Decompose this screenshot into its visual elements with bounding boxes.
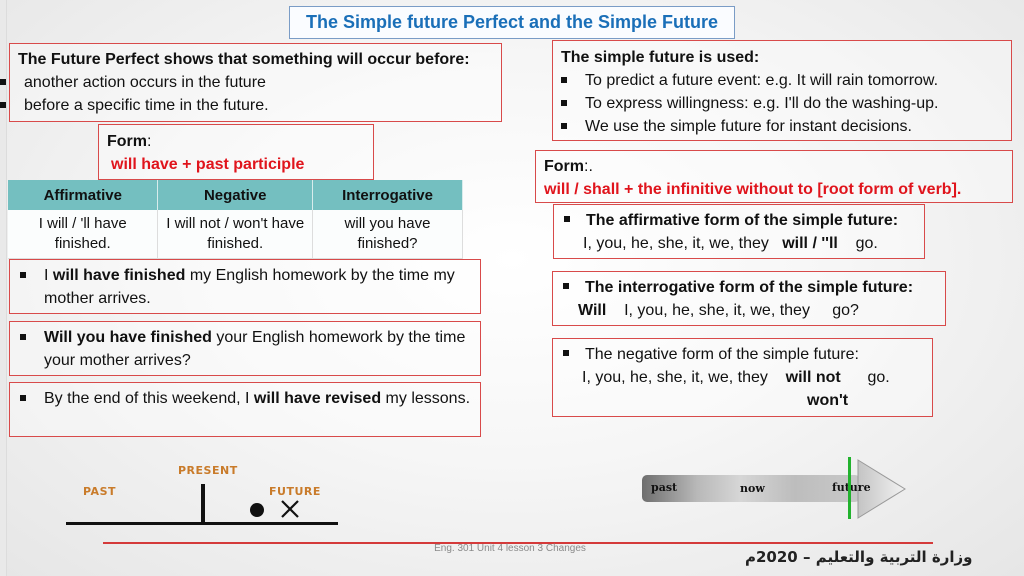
timeline-now-marker [848,457,851,519]
negative-heading: The negative form of the simple future: [585,346,859,363]
example-text: By the end of this weekend, I [44,390,254,407]
cell-line: will you have [344,215,431,232]
affirmative-heading: The affirmative form of the simple futur… [586,212,899,229]
table-cell: I will not / won't have finished. [157,210,313,259]
action-dot-icon [250,503,264,517]
cell-line: finished? [357,235,418,252]
table-header: Interrogative [312,180,463,210]
timeline-present-label: PRESENT [178,464,238,477]
form-label: Form [107,133,147,150]
auxiliary-verb: Will [578,302,607,319]
table-header: Negative [157,180,313,210]
form-label: Form [544,158,584,175]
list-item: We use the simple future for instant dec… [555,115,1003,138]
simple-future-form: Form:. will / shall + the infinitive wit… [535,150,1013,203]
bullet-square-icon [563,350,569,357]
auxiliary-verb: will / ''ll [782,235,838,252]
future-perfect-timeline: PRESENT PAST FUTURE [60,460,350,530]
example-verb: Will you have finished [44,329,212,346]
main-verb: go. [867,369,890,386]
list-item: To predict a future event: e.g. It will … [555,69,1003,92]
future-perfect-heading: The Future Perfect shows that something … [18,51,470,68]
example-verb: will have finished [52,267,186,284]
list-item: another action occurs in the future [0,71,493,94]
form-rule: will have + past participle [111,156,305,173]
bullet-square-icon [564,216,570,223]
form-rule: will / shall + the infinitive without to… [544,181,962,198]
form-colon: : [147,133,152,150]
list-item: To express willingness: e.g. I'll do the… [555,92,1003,115]
list-item: I will have finished my English homework… [14,264,474,310]
timeline-past-label: past [651,481,678,494]
cell-line: finished. [207,235,264,252]
future-perfect-form: Form: will have + past participle [98,124,374,180]
list-item: Will you have finished your English home… [14,326,474,372]
subject-list: I, you, he, she, it, we, they [582,369,768,386]
timeline-axis [66,522,338,525]
main-verb: go? [832,302,859,319]
cell-line: finished. [54,235,111,252]
bullet-square-icon [563,283,569,290]
contraction: won't [807,392,849,409]
simple-future-timeline: past now future [640,455,910,525]
timeline-future-label: future [832,481,871,494]
list-item: before a specific time in the future. [0,94,493,117]
auxiliary-verb: will not [785,369,841,386]
timeline-future-label: FUTURE [269,485,321,498]
example-text: my lessons. [381,390,471,407]
slide-title: The Simple future Perfect and the Simple… [289,6,735,39]
future-perfect-definition: The Future Perfect shows that something … [0,43,502,122]
table-row: I will / 'll have finished. I will not / … [8,210,463,259]
simple-future-usage: The simple future is used: To predict a … [552,40,1012,141]
table-cell: will you have finished? [312,210,463,259]
timeline-now-label: now [740,482,765,495]
deadline-x-icon [281,500,299,518]
timeline-past-label: PAST [83,485,116,498]
affirmative-form-box: The affirmative form of the simple futur… [553,204,925,259]
interrogative-heading: The interrogative form of the simple fut… [585,279,914,296]
footer-course-label: Eng. 301 Unit 4 lesson 3 Changes [434,543,586,554]
cell-line: I will / 'll have [38,215,127,232]
subject-list: I, you, he, she, it, we, they [583,235,769,252]
example-box: Will you have finished your English home… [9,321,481,376]
future-perfect-forms-table: Affirmative Negative Interrogative I wil… [8,180,463,259]
negative-form-box: The negative form of the simple future: … [552,338,933,417]
footer-ministry-label: وزارة التربية والتعليم – 2020م [745,548,973,566]
timeline-present-marker [201,484,205,524]
list-item: By the end of this weekend, I will have … [14,387,474,410]
main-verb: go. [855,235,878,252]
form-colon: :. [584,158,593,175]
table-cell: I will / 'll have finished. [8,210,159,259]
subject-list: I, you, he, she, it, we, they [624,302,810,319]
example-box: I will have finished my English homework… [9,259,481,314]
simple-future-heading: The simple future is used: [561,49,760,66]
interrogative-form-box: The interrogative form of the simple fut… [552,271,946,326]
example-text: I [44,267,53,284]
cell-line: I will not / won't have [166,215,305,232]
table-header: Affirmative [8,180,159,210]
example-box: By the end of this weekend, I will have … [9,382,481,437]
example-verb: will have revised [253,390,382,407]
